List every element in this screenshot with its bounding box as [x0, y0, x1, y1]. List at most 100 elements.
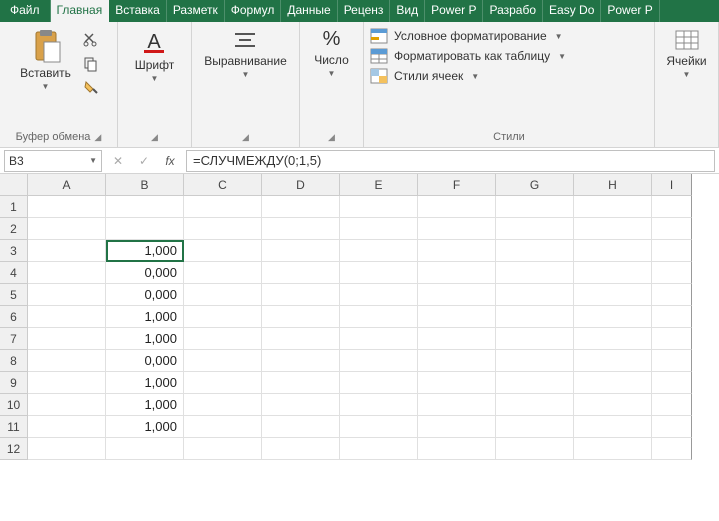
- cell-I1[interactable]: [652, 196, 692, 218]
- tab-разрабо[interactable]: Разрабо: [483, 0, 543, 22]
- cell-G7[interactable]: [496, 328, 574, 350]
- tab-разметк[interactable]: Разметк: [167, 0, 225, 22]
- cell-E8[interactable]: [340, 350, 418, 372]
- cell-E6[interactable]: [340, 306, 418, 328]
- cell-F7[interactable]: [418, 328, 496, 350]
- cell-A10[interactable]: [28, 394, 106, 416]
- cell-G12[interactable]: [496, 438, 574, 460]
- cell-C4[interactable]: [184, 262, 262, 284]
- cell-F11[interactable]: [418, 416, 496, 438]
- cell-F5[interactable]: [418, 284, 496, 306]
- cut-button[interactable]: [81, 30, 101, 50]
- cell-G10[interactable]: [496, 394, 574, 416]
- cell-I7[interactable]: [652, 328, 692, 350]
- cell-G11[interactable]: [496, 416, 574, 438]
- cell-F8[interactable]: [418, 350, 496, 372]
- cell-C11[interactable]: [184, 416, 262, 438]
- cell-G8[interactable]: [496, 350, 574, 372]
- cell-H7[interactable]: [574, 328, 652, 350]
- cell-F12[interactable]: [418, 438, 496, 460]
- cell-I8[interactable]: [652, 350, 692, 372]
- cell-A5[interactable]: [28, 284, 106, 306]
- name-box[interactable]: B3 ▼: [4, 150, 102, 172]
- cell-C12[interactable]: [184, 438, 262, 460]
- cell-I4[interactable]: [652, 262, 692, 284]
- tab-power p[interactable]: Power P: [601, 0, 659, 22]
- fx-button[interactable]: fx: [160, 154, 180, 168]
- cell-B7[interactable]: 1,000: [106, 328, 184, 350]
- cell-C8[interactable]: [184, 350, 262, 372]
- cell-F1[interactable]: [418, 196, 496, 218]
- cell-H1[interactable]: [574, 196, 652, 218]
- cell-C10[interactable]: [184, 394, 262, 416]
- row-header-9[interactable]: 9: [0, 372, 28, 394]
- column-header-E[interactable]: E: [340, 174, 418, 196]
- cell-D3[interactable]: [262, 240, 340, 262]
- tab-главная[interactable]: Главная: [51, 0, 110, 22]
- row-header-3[interactable]: 3: [0, 240, 28, 262]
- cell-C6[interactable]: [184, 306, 262, 328]
- cell-A6[interactable]: [28, 306, 106, 328]
- cell-A4[interactable]: [28, 262, 106, 284]
- cell-A9[interactable]: [28, 372, 106, 394]
- alignment-button[interactable]: Выравнивание ▼: [200, 26, 291, 81]
- row-header-11[interactable]: 11: [0, 416, 28, 438]
- cell-A7[interactable]: [28, 328, 106, 350]
- tab-данные[interactable]: Данные: [281, 0, 337, 22]
- cell-A2[interactable]: [28, 218, 106, 240]
- cell-A1[interactable]: [28, 196, 106, 218]
- tab-формул[interactable]: Формул: [225, 0, 282, 22]
- cell-I6[interactable]: [652, 306, 692, 328]
- cell-I10[interactable]: [652, 394, 692, 416]
- cell-H12[interactable]: [574, 438, 652, 460]
- cell-E4[interactable]: [340, 262, 418, 284]
- cell-F4[interactable]: [418, 262, 496, 284]
- cell-E12[interactable]: [340, 438, 418, 460]
- cell-G9[interactable]: [496, 372, 574, 394]
- column-header-A[interactable]: A: [28, 174, 106, 196]
- row-header-10[interactable]: 10: [0, 394, 28, 416]
- format-as-table-button[interactable]: Форматировать как таблицу ▼: [370, 48, 648, 64]
- number-button[interactable]: % Число ▼: [310, 26, 353, 80]
- cell-D5[interactable]: [262, 284, 340, 306]
- cell-E11[interactable]: [340, 416, 418, 438]
- cell-D4[interactable]: [262, 262, 340, 284]
- row-header-12[interactable]: 12: [0, 438, 28, 460]
- row-header-8[interactable]: 8: [0, 350, 28, 372]
- tab-easy do[interactable]: Easy Do: [543, 0, 601, 22]
- cell-D7[interactable]: [262, 328, 340, 350]
- column-header-C[interactable]: C: [184, 174, 262, 196]
- align-launcher[interactable]: ◢: [242, 132, 249, 143]
- cell-B2[interactable]: [106, 218, 184, 240]
- cell-A11[interactable]: [28, 416, 106, 438]
- cell-G5[interactable]: [496, 284, 574, 306]
- cell-C2[interactable]: [184, 218, 262, 240]
- tab-вставка[interactable]: Вставка: [109, 0, 167, 22]
- cell-H4[interactable]: [574, 262, 652, 284]
- formula-input[interactable]: =СЛУЧМЕЖДУ(0;1,5): [186, 150, 715, 172]
- cell-G1[interactable]: [496, 196, 574, 218]
- enter-formula-button[interactable]: ✓: [134, 154, 154, 168]
- cell-B6[interactable]: 1,000: [106, 306, 184, 328]
- cell-E1[interactable]: [340, 196, 418, 218]
- tab-power p[interactable]: Power P: [425, 0, 483, 22]
- column-header-D[interactable]: D: [262, 174, 340, 196]
- cell-E7[interactable]: [340, 328, 418, 350]
- cell-E9[interactable]: [340, 372, 418, 394]
- column-header-F[interactable]: F: [418, 174, 496, 196]
- cell-H11[interactable]: [574, 416, 652, 438]
- cell-D1[interactable]: [262, 196, 340, 218]
- cell-styles-button[interactable]: Стили ячеек ▼: [370, 68, 648, 84]
- cell-E5[interactable]: [340, 284, 418, 306]
- cell-D6[interactable]: [262, 306, 340, 328]
- copy-button[interactable]: [81, 54, 101, 74]
- cell-A8[interactable]: [28, 350, 106, 372]
- cell-G6[interactable]: [496, 306, 574, 328]
- cells-button[interactable]: Ячейки ▼: [662, 26, 710, 81]
- cell-B3[interactable]: 1,000: [106, 240, 184, 262]
- cell-F6[interactable]: [418, 306, 496, 328]
- cell-G2[interactable]: [496, 218, 574, 240]
- row-header-1[interactable]: 1: [0, 196, 28, 218]
- row-header-4[interactable]: 4: [0, 262, 28, 284]
- column-header-B[interactable]: B: [106, 174, 184, 196]
